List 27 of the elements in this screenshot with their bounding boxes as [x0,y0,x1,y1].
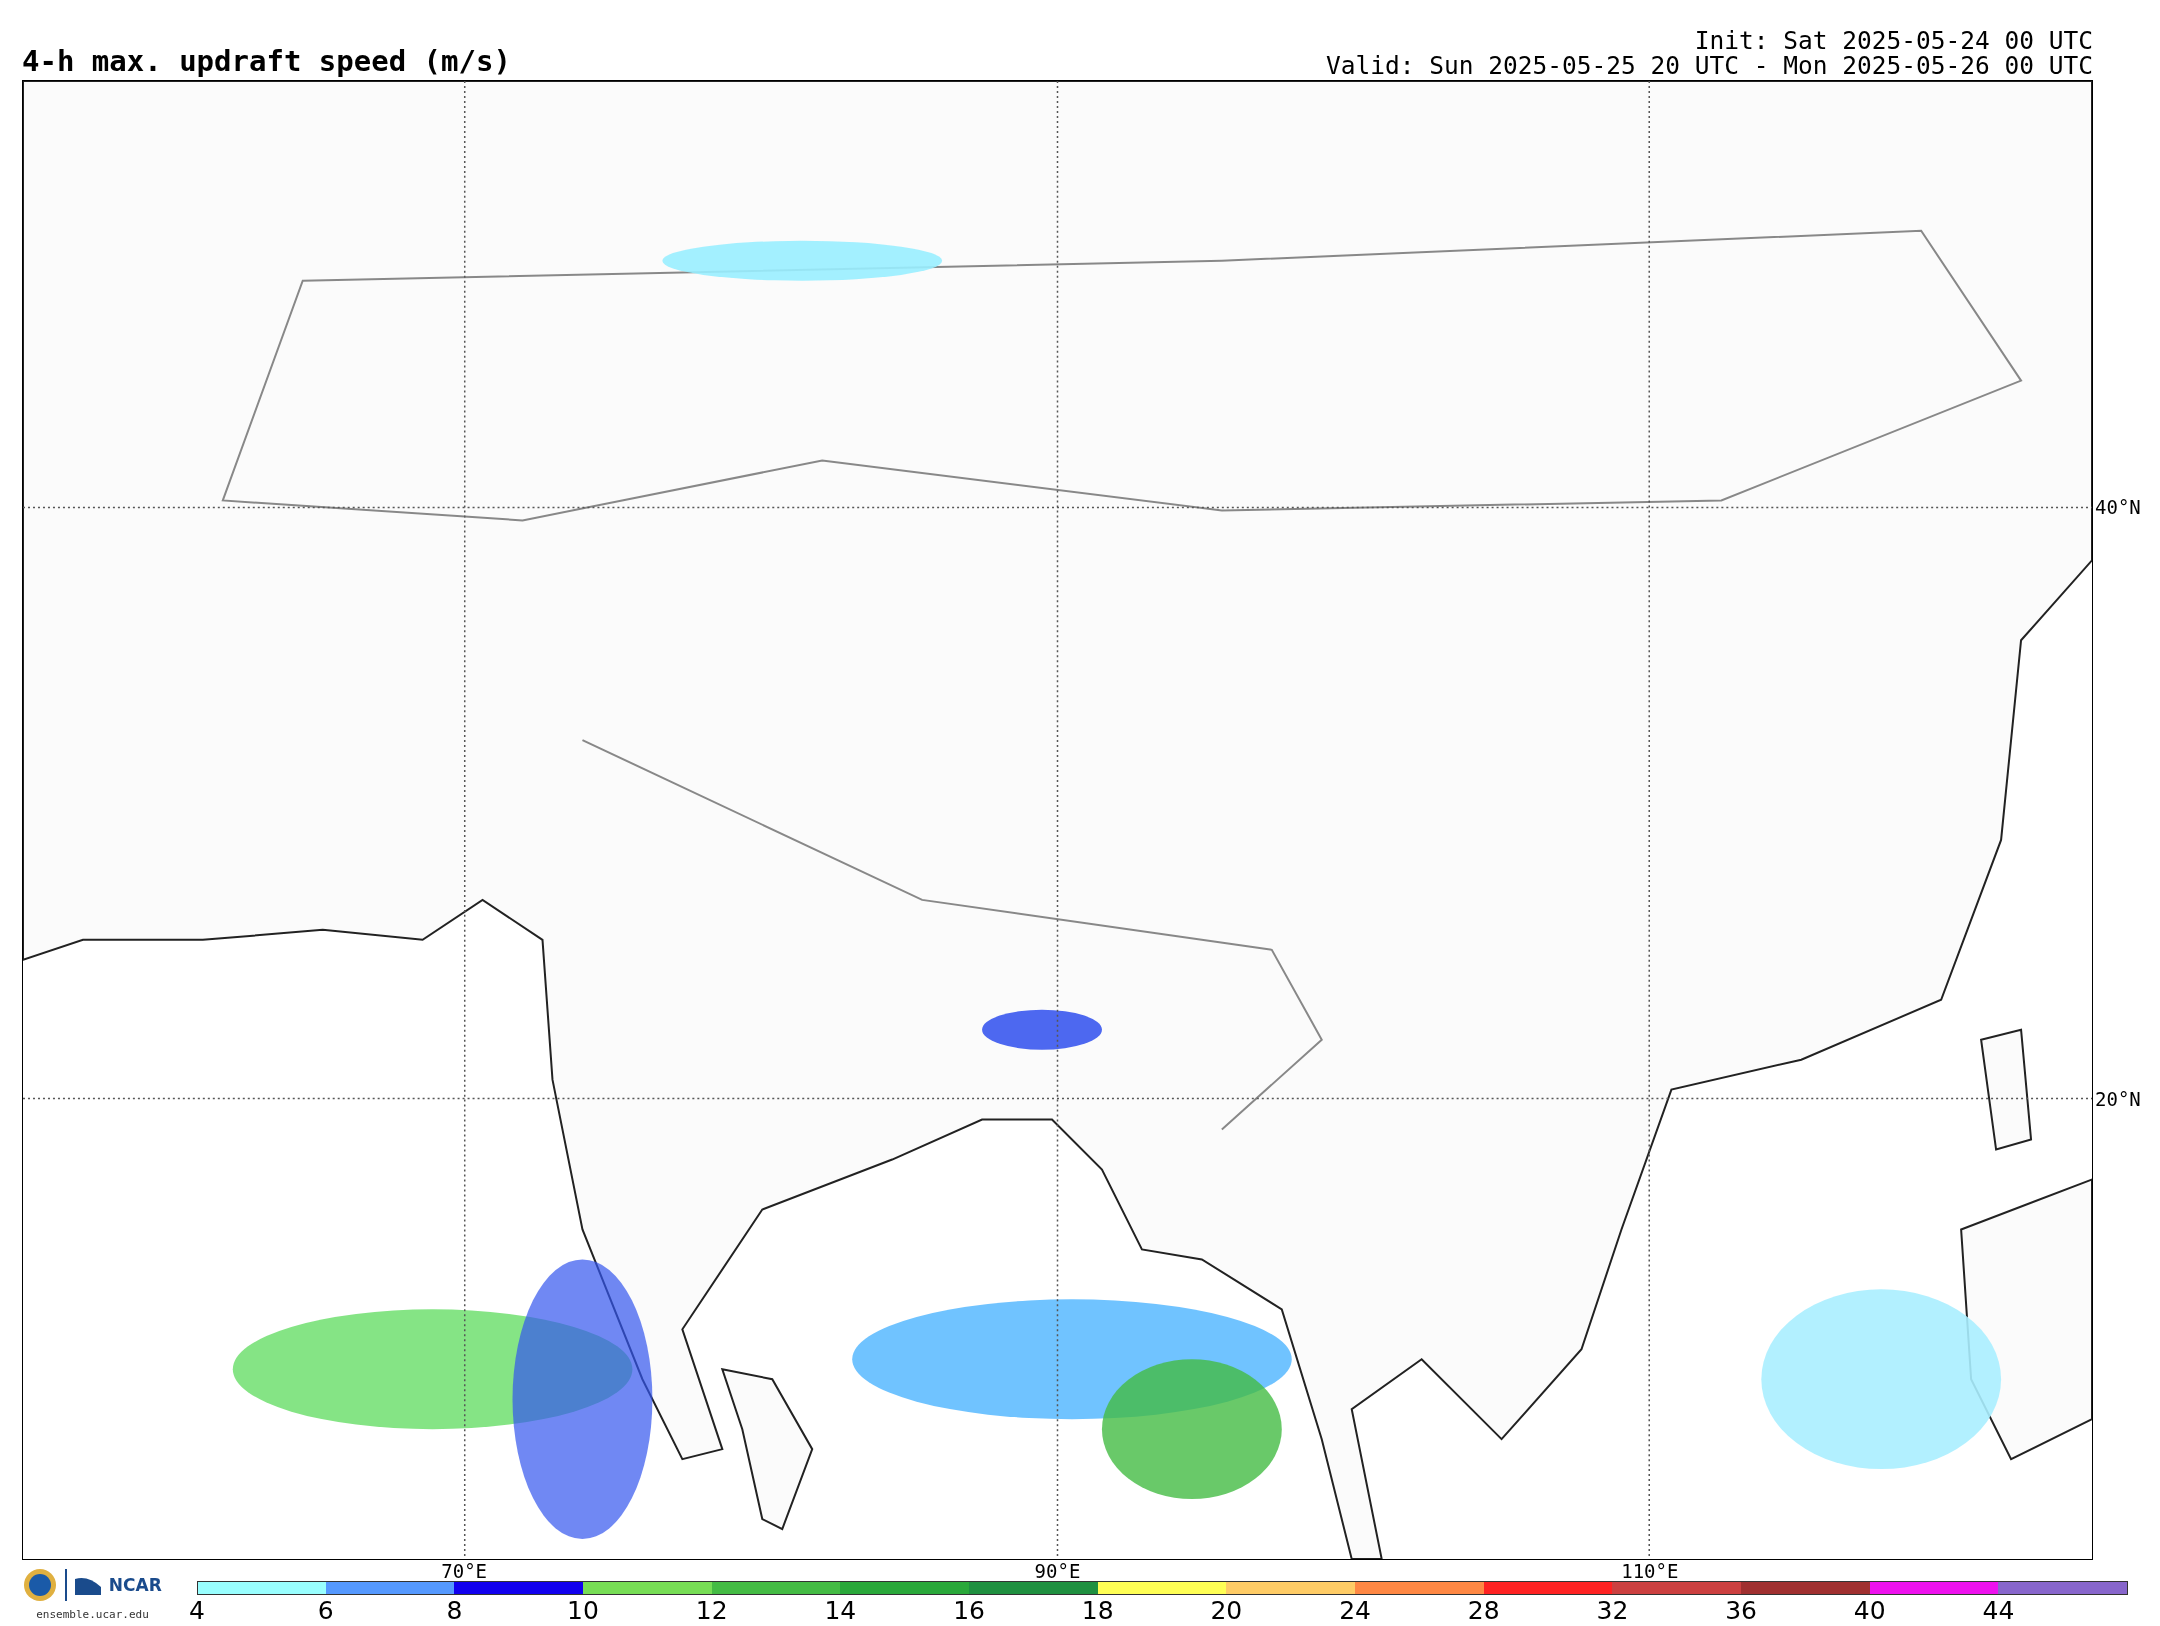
colorbar-tick-label: 6 [317,1598,334,1623]
colorbar-tick-label: 10 [567,1598,599,1623]
latitude-label: 40°N [2095,497,2141,517]
init-time: Init: Sat 2025-05-24 00 UTC [1694,29,2093,54]
longitude-label: 70°E [441,1562,488,1581]
colorbar-tick-label: 20 [1210,1598,1243,1623]
colorbar-tick-label: 32 [1596,1598,1629,1623]
colorbar-tick-label: 16 [953,1598,985,1623]
valid-time: Valid: Sun 2025-05-25 20 UTC - Mon 2025-05-26 00 UTC [1326,53,2093,78]
colorbar-tick-label: 18 [1081,1598,1114,1623]
triangle-logo-icon [74,1575,101,1595]
longitude-label: 110°E [1621,1562,1679,1581]
longitude-label: 90°E [1034,1562,1081,1581]
site-url: ensemble.ucar.edu [36,1608,149,1621]
latitude-label: 20°N [2095,1089,2141,1109]
chart-title: 4-h max. updraft speed (m/s) [22,47,511,80]
colorbar-tick-label: 28 [1467,1598,1500,1623]
colorbar-tick-label: 14 [824,1598,857,1623]
logo-text: NCAR [108,1575,162,1595]
colorbar-tick-label: 40 [1853,1598,1886,1623]
colorbar-tick-label: 44 [1982,1598,2015,1623]
colorbar-tick-label: 12 [695,1598,728,1623]
colorbar-tick-label: 24 [1339,1598,1371,1623]
seal-logo-icon [23,1568,58,1602]
colorbar-tick-label: 4 [189,1598,205,1623]
colorbar-tick-label: 8 [446,1598,463,1623]
colorbar-tick-label: 36 [1725,1598,1757,1623]
